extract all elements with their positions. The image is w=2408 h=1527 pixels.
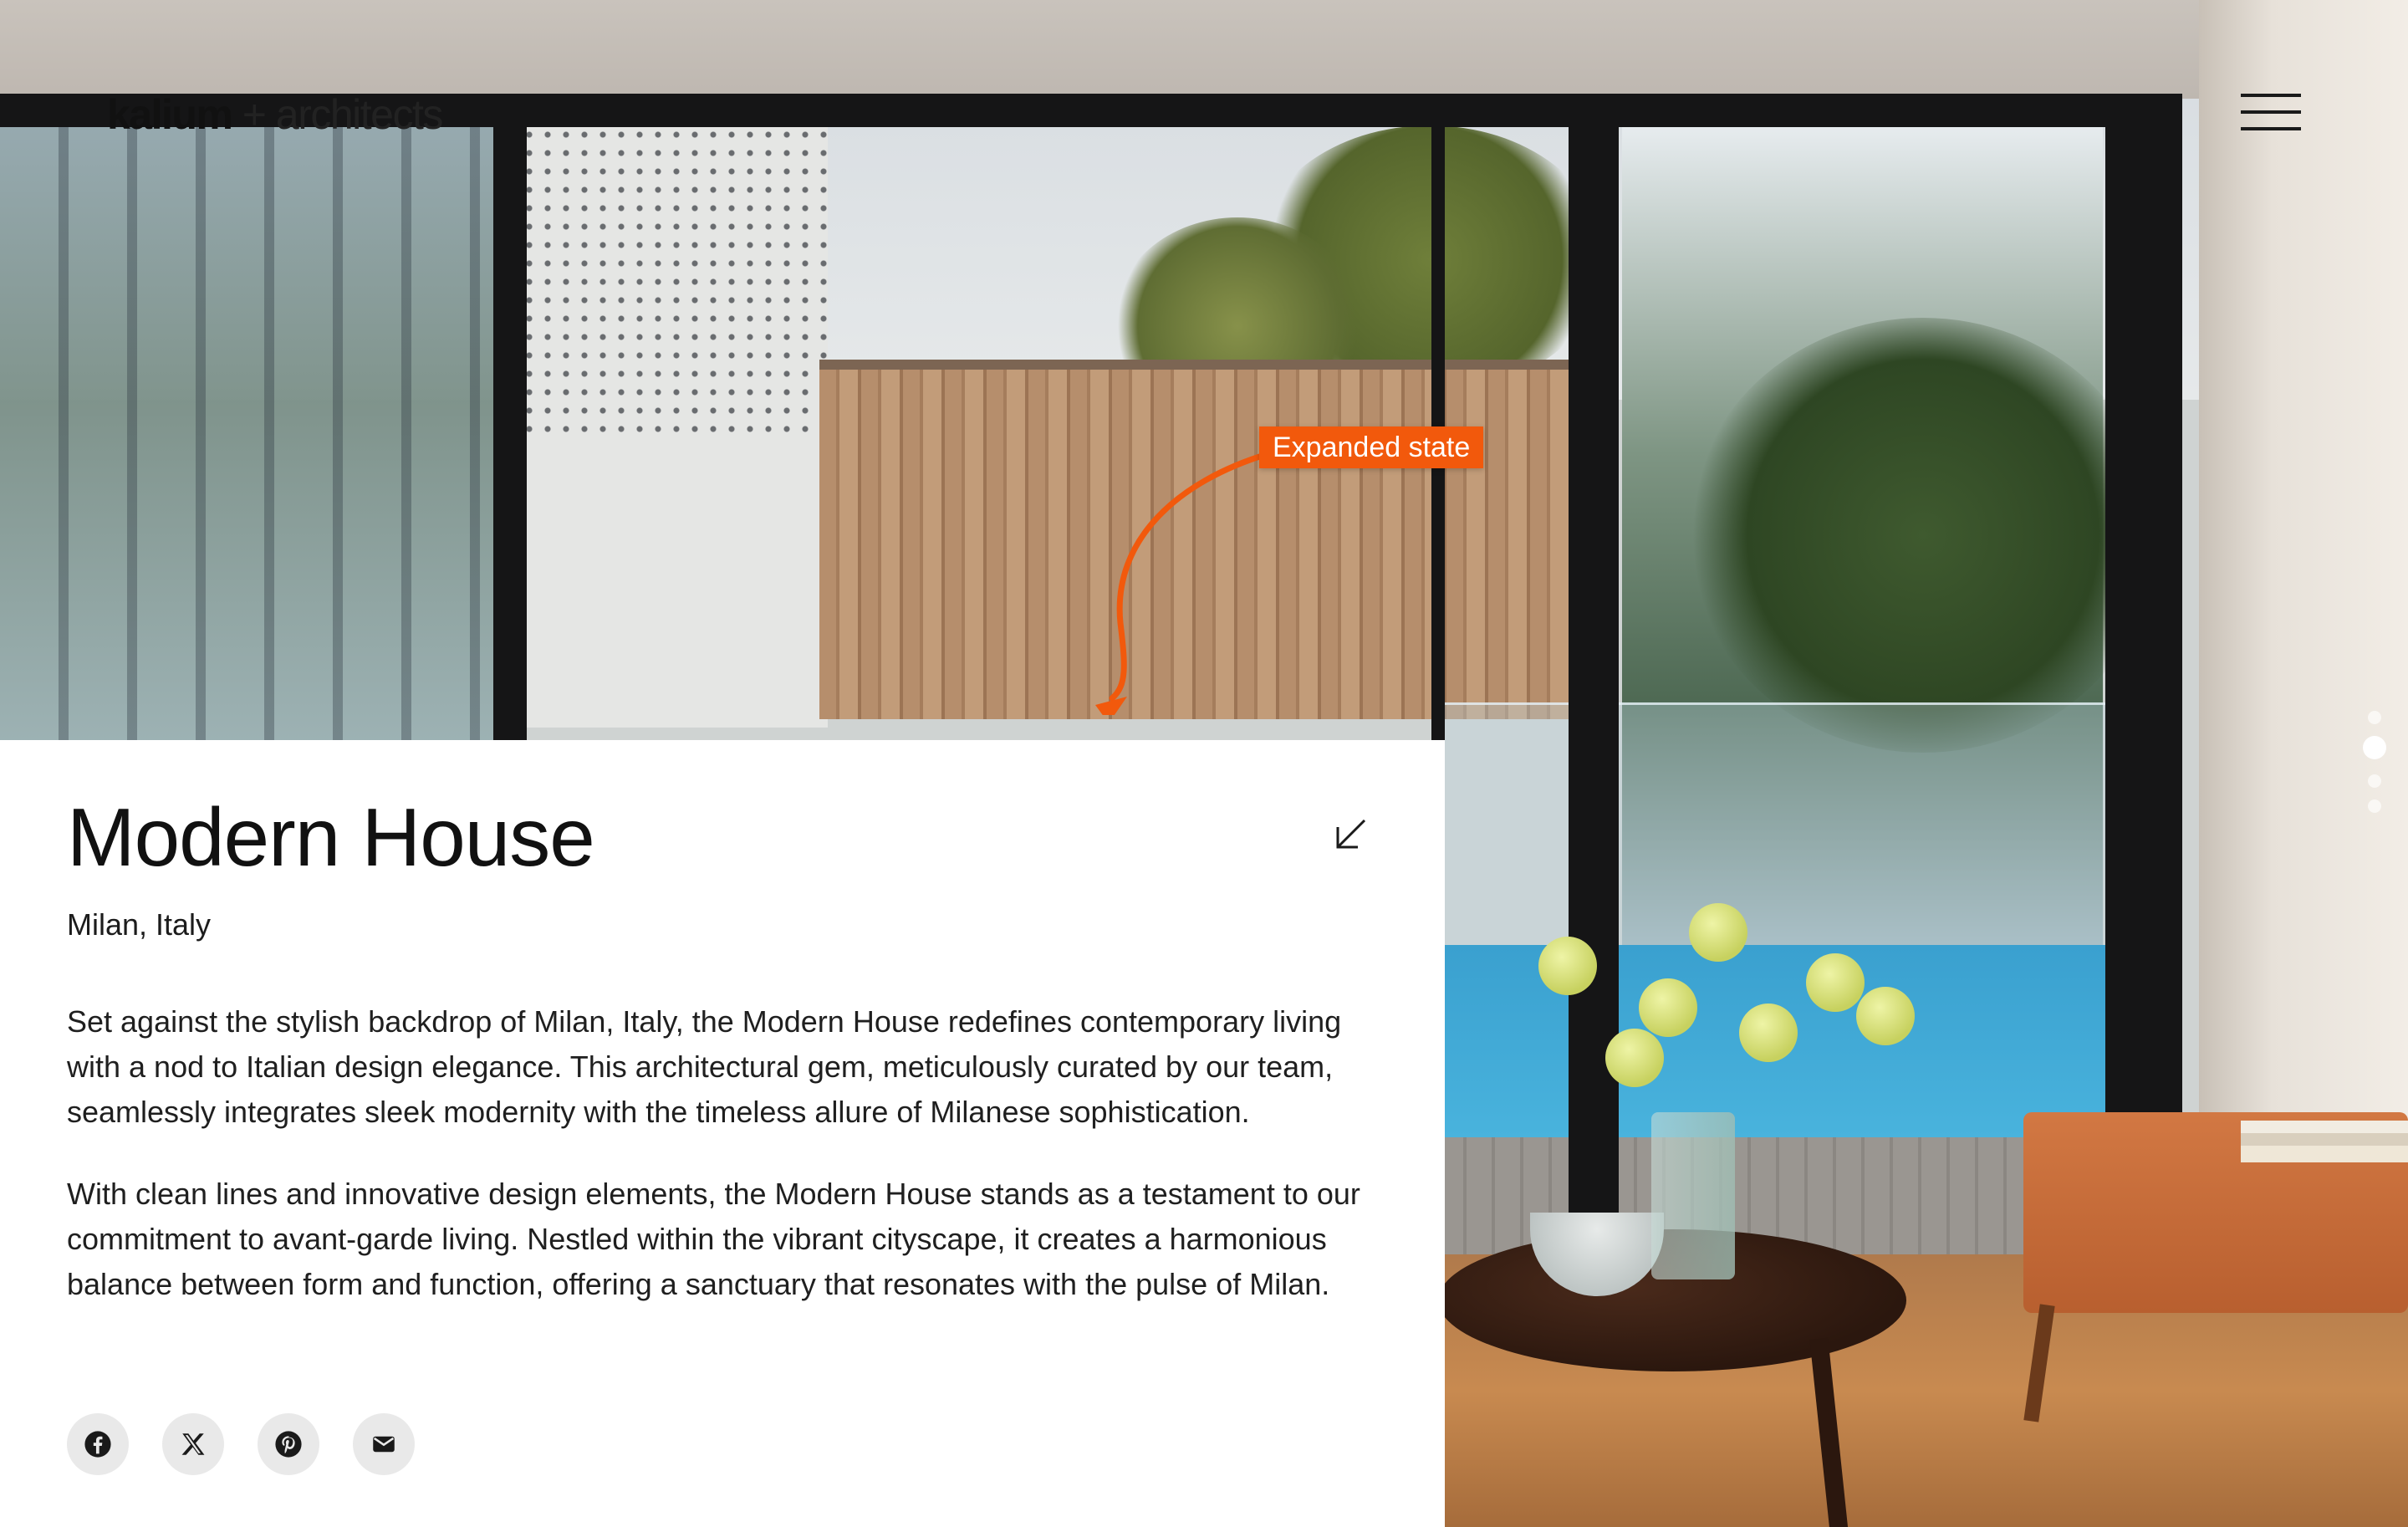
arrow-down-left-icon[interactable] <box>1329 814 1371 855</box>
project-description-2: With clean lines and innovative design e… <box>67 1177 1360 1301</box>
logo-suffix-text: + architects <box>232 91 444 138</box>
ceiling <box>0 0 2408 99</box>
facebook-share-button[interactable] <box>67 1413 129 1475</box>
perforated-facade <box>502 125 828 443</box>
pinterest-share-button[interactable] <box>258 1413 319 1475</box>
window-frame <box>493 94 527 763</box>
glass-vase <box>1651 1112 1735 1279</box>
left-window-reflections <box>0 125 502 740</box>
project-title: Modern House <box>67 791 595 883</box>
flower <box>1538 937 1597 995</box>
flower <box>1639 978 1697 1037</box>
facebook-icon <box>84 1431 111 1458</box>
books <box>2241 1121 2408 1162</box>
pinterest-icon <box>275 1431 302 1458</box>
annotation-label: Expanded state <box>1259 426 1484 468</box>
x-twitter-icon <box>181 1433 205 1455</box>
flower <box>1806 953 1865 1012</box>
window-frame <box>1569 94 1619 1281</box>
fence-cap <box>819 360 1572 370</box>
tree <box>1689 318 2157 753</box>
slide-dot[interactable] <box>2368 799 2381 813</box>
slide-dot[interactable] <box>2368 711 2381 724</box>
site-logo[interactable]: kalium + architects <box>107 90 444 139</box>
annotation-arrow <box>1095 451 1271 715</box>
window-frame <box>2105 94 2182 1281</box>
flower <box>1605 1029 1664 1087</box>
x-share-button[interactable] <box>162 1413 224 1475</box>
slider-pagination <box>2358 711 2391 820</box>
logo-brand-text: kalium <box>107 91 233 138</box>
slide-dot-active[interactable] <box>2363 736 2386 759</box>
hamburger-menu-icon[interactable] <box>2241 94 2301 130</box>
email-share-button[interactable] <box>353 1413 415 1475</box>
flower <box>1739 1004 1798 1062</box>
social-share-bar <box>67 1413 415 1475</box>
slide-dot[interactable] <box>2368 774 2381 788</box>
project-description-1: Set against the stylish backdrop of Mila… <box>67 1004 1342 1129</box>
project-location: Milan, Italy <box>67 907 212 942</box>
flower <box>1856 987 1915 1045</box>
flower <box>1689 903 1747 962</box>
project-info-panel: Modern House Milan, Italy Set against th… <box>0 740 1445 1527</box>
email-icon <box>373 1436 395 1453</box>
